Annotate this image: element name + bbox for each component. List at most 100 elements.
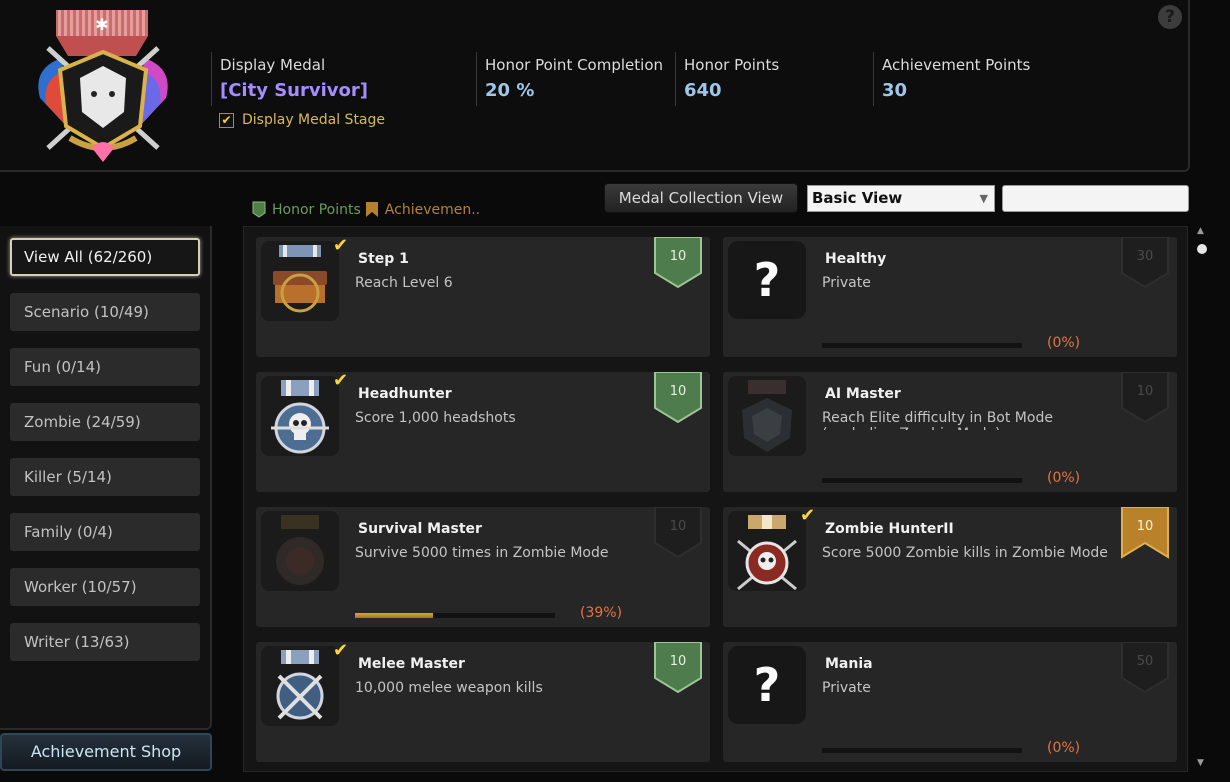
scroll-up-arrow-icon[interactable]: ▲ <box>1197 226 1204 236</box>
achievement-title: Healthy <box>825 251 887 267</box>
legend-achievement-label: Achievemen.. <box>384 201 481 218</box>
medal-collection-view-button[interactable]: Medal Collection View <box>604 183 798 213</box>
achievement-desc: Reach Elite difficulty in Bot Mode (excl… <box>822 410 1053 430</box>
help-button[interactable]: ? <box>1158 5 1182 29</box>
view-mode-value: Basic View <box>812 189 903 207</box>
achievement-title: Zombie HunterII <box>825 521 954 537</box>
achievement-progress-bar <box>822 748 1022 753</box>
achievement-desc: Reach Level 6 <box>355 275 453 291</box>
points-ribbon-icon: 10 <box>654 641 702 694</box>
svg-text:✱: ✱ <box>95 15 108 34</box>
achievement-title: Step 1 <box>358 251 409 267</box>
achievement-title: AI Master <box>825 386 901 402</box>
achievement-progress-bar <box>355 613 555 618</box>
achievement-desc: Private <box>822 275 871 291</box>
profile-header: ? ✱ Display Medal [City Survivor] ✔ Disp… <box>0 0 1190 172</box>
honor-points-value: 640 <box>684 80 722 101</box>
honor-completion-stat: Honor Point Completion 20 % <box>476 52 668 106</box>
achievement-progress-bar <box>822 343 1022 348</box>
honor-completion-label: Honor Point Completion <box>485 56 664 74</box>
points-ribbon-icon: 50 <box>1121 641 1169 694</box>
welcome-csnz-medal-icon <box>261 241 339 321</box>
achievement-desc: Score 5000 Zombie kills in Zombie Mode <box>822 545 1108 561</box>
crossed-blades-medal-icon <box>261 646 339 726</box>
achievement-points-label: Achievement Points <box>882 56 1031 74</box>
display-medal-emblem: ✱ <box>38 10 168 162</box>
achievement-points: 30 <box>1136 249 1154 264</box>
display-medal-stat: Display Medal [City Survivor] <box>211 52 469 106</box>
honor-points-label: Honor Points <box>684 56 780 74</box>
completed-check-icon: ✔ <box>333 370 349 391</box>
scrollbar-thumb[interactable] <box>1197 244 1207 254</box>
display-medal-stage-label: Display Medal Stage <box>242 112 386 128</box>
achievement-points: 10 <box>1136 384 1154 399</box>
category-scenario[interactable]: Scenario (10/49) <box>10 293 200 331</box>
achievement-card[interactable]: ✔ Melee Master 10,000 melee weapon kills… <box>256 640 710 762</box>
achievement-card[interactable]: ? Healthy Private 30 (0%) <box>723 236 1177 357</box>
completed-check-icon: ✔ <box>333 235 349 256</box>
points-ribbon-icon: 30 <box>1121 236 1169 289</box>
display-medal-stage-toggle[interactable]: ✔ Display Medal Stage <box>219 112 385 128</box>
achievement-points: 10 <box>669 384 687 399</box>
achievement-points: 10 <box>669 519 687 534</box>
display-medal-stage-checkbox[interactable]: ✔ <box>219 112 234 128</box>
achievement-points-stat: Achievement Points 30 <box>873 52 1073 106</box>
survival-medal-icon <box>261 511 339 591</box>
achievement-desc: Private <box>822 680 871 696</box>
display-medal-label: Display Medal <box>220 56 326 74</box>
zombie-skull-medal-icon <box>728 511 806 591</box>
achievement-progress-text: (0%) <box>1047 470 1081 486</box>
honor-points-stat: Honor Points 640 <box>675 52 867 106</box>
achievement-card[interactable]: ✔ Step 1 Reach Level 6 10 <box>256 235 710 357</box>
points-legend: Honor Points Achievemen.. <box>252 201 480 218</box>
achievement-shop-button[interactable]: Achievement Shop <box>0 733 212 771</box>
view-mode-select[interactable]: Basic View ▼ <box>807 185 995 212</box>
points-ribbon-icon: 10 <box>654 371 702 424</box>
category-family[interactable]: Family (0/4) <box>10 513 200 551</box>
achievement-progress-text: (39%) <box>580 605 623 621</box>
achievement-points: 10 <box>669 654 687 669</box>
achievement-points-tag-icon <box>365 202 378 217</box>
points-ribbon-icon: 10 <box>654 236 702 289</box>
legend-honor-label: Honor Points <box>272 201 361 218</box>
achievement-progress-text: (0%) <box>1047 740 1081 756</box>
achievement-title: Mania <box>825 656 873 672</box>
achievement-points: 50 <box>1136 654 1154 669</box>
achievement-card[interactable]: ? Mania Private 50 (0%) <box>723 641 1177 762</box>
completed-check-icon: ✔ <box>800 505 816 526</box>
category-zombie[interactable]: Zombie (24/59) <box>10 403 200 441</box>
category-fun[interactable]: Fun (0/14) <box>10 348 200 386</box>
achievement-progress-text: (0%) <box>1047 335 1081 351</box>
achievement-card[interactable]: Survival Master Survive 5000 times in Zo… <box>256 506 710 627</box>
achievement-title: Headhunter <box>358 386 452 402</box>
points-ribbon-icon: 10 <box>1121 506 1169 559</box>
honor-points-tag-icon <box>252 201 266 218</box>
achievement-card[interactable]: ✔ Zombie HunterII Score 5000 Zombie kill… <box>723 505 1177 627</box>
category-killer[interactable]: Killer (5/14) <box>10 458 200 496</box>
category-writer[interactable]: Writer (13/63) <box>10 623 200 661</box>
achievement-points: 10 <box>1136 519 1154 534</box>
search-input[interactable] <box>1002 185 1189 212</box>
achievement-points-value: 30 <box>882 80 908 101</box>
achievement-desc: Score 1,000 headshots <box>355 410 516 426</box>
achievement-desc: Survive 5000 times in Zombie Mode <box>355 545 609 561</box>
display-medal-name[interactable]: [City Survivor] <box>220 80 469 101</box>
scroll-down-arrow-icon[interactable]: ▼ <box>1197 758 1204 768</box>
achievement-card[interactable]: ✔ Headhunter Score 1,000 headshots 10 <box>256 370 710 492</box>
question-mark-icon: ? <box>728 646 806 724</box>
achievement-list: ✔ Step 1 Reach Level 6 10 ? Healthy Priv… <box>243 226 1188 772</box>
skull-medal-icon <box>261 376 339 456</box>
completed-check-icon: ✔ <box>333 640 349 661</box>
category-sidebar: View All (62/260) Scenario (10/49) Fun (… <box>0 226 212 730</box>
honor-completion-value: 20 % <box>485 80 535 101</box>
category-worker[interactable]: Worker (10/57) <box>10 568 200 606</box>
achievement-list-scrollbar[interactable]: ▲ ▼ <box>1195 226 1209 772</box>
achievement-card[interactable]: AI Master Reach Elite difficulty in Bot … <box>723 371 1177 492</box>
achievement-title: Survival Master <box>358 521 482 537</box>
category-view-all[interactable]: View All (62/260) <box>10 238 200 276</box>
question-mark-icon: ? <box>728 241 806 319</box>
achievement-title: Melee Master <box>358 656 465 672</box>
points-ribbon-icon: 10 <box>654 506 702 559</box>
chevron-down-icon: ▼ <box>979 192 988 205</box>
achievement-desc: 10,000 melee weapon kills <box>355 680 543 696</box>
